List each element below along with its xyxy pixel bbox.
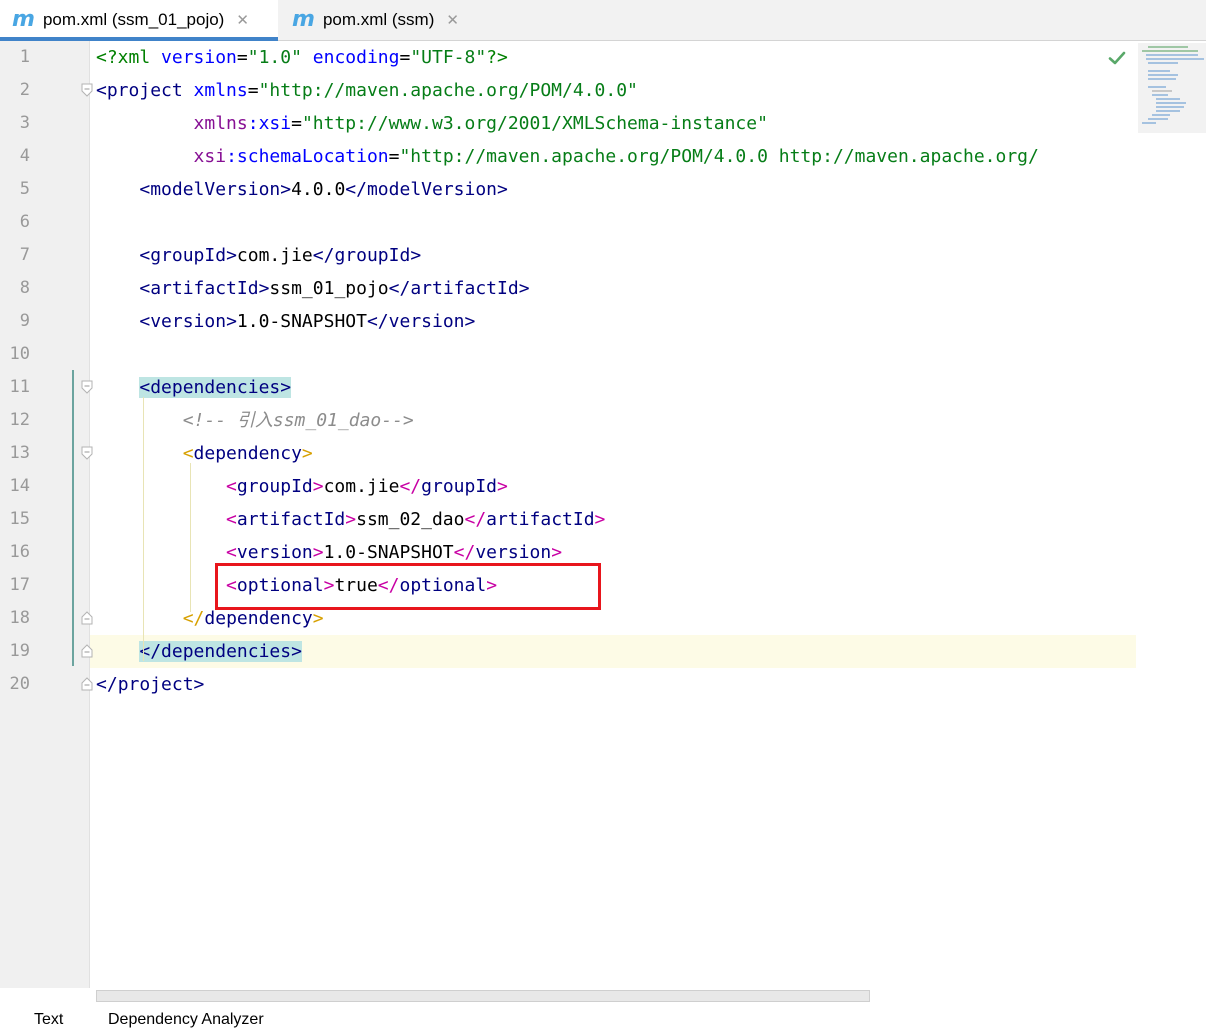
indent-guide [143,397,144,662]
tab-text[interactable]: Text [34,1011,63,1029]
line-number: 20 [9,674,30,694]
line-number: 7 [19,245,30,265]
line-number: 10 [9,344,30,364]
line-number: 6 [19,212,30,232]
line-number: 11 [9,377,30,397]
line-number: 3 [19,113,30,133]
line-number: 12 [9,410,30,430]
tab-pom-ssm[interactable]: m pom.xml (ssm) ✕ [280,0,480,40]
code-line[interactable] [90,338,1136,371]
highlight-box [215,563,601,610]
horizontal-scrollbar[interactable] [96,990,870,1002]
code-line[interactable]: </project> [90,668,1136,701]
check-icon[interactable] [1108,49,1126,67]
code-line[interactable]: <groupId>com.jie</groupId> [90,239,1136,272]
line-number: 16 [9,542,30,562]
tab-dependency-analyzer[interactable]: Dependency Analyzer [108,1011,264,1029]
code-line[interactable]: <artifactId>ssm_02_dao</artifactId> [90,503,1136,536]
code-line[interactable]: <groupId>com.jie</groupId> [90,470,1136,503]
code-line[interactable]: <?xml version="1.0" encoding="UTF-8"?> [90,41,1136,74]
code-editor[interactable]: <?xml version="1.0" encoding="UTF-8"?> <p… [90,41,1136,988]
code-line[interactable]: <project xmlns="http://maven.apache.org/… [90,74,1136,107]
line-number: 8 [19,278,30,298]
maven-m-icon: m [12,7,35,32]
maven-m-icon: m [292,7,315,32]
editor-right-stripe [1136,41,1206,988]
code-line[interactable]: <modelVersion>4.0.0</modelVersion> [90,173,1136,206]
fold-collapse-icon[interactable] [81,611,93,625]
line-number: 13 [9,443,30,463]
line-number: 17 [9,575,30,595]
vcs-change-marker[interactable] [72,370,74,666]
line-number: 19 [9,641,30,661]
line-number: 14 [9,476,30,496]
code-line[interactable] [90,206,1136,239]
line-number: 4 [19,146,30,166]
line-number: 1 [19,47,30,67]
editor-tab-bar: m pom.xml (ssm_01_pojo) ✕ m pom.xml (ssm… [0,0,1206,41]
code-line[interactable]: xmlns:xsi="http://www.w3.org/2001/XMLSch… [90,107,1136,140]
line-number: 5 [19,179,30,199]
line-number: 2 [19,80,30,100]
code-minimap[interactable] [1138,43,1206,133]
fold-collapse-icon[interactable] [81,644,93,658]
fold-collapse-icon[interactable] [81,677,93,691]
code-line[interactable]: </dependencies> [90,635,1136,668]
fold-expand-icon[interactable] [81,83,93,97]
tab-label: pom.xml (ssm_01_pojo) [42,10,225,29]
fold-expand-icon[interactable] [81,380,93,394]
code-line[interactable]: <dependencies> [90,371,1136,404]
line-number-gutter[interactable]: 1 2 3 4 5 6 7 8 9 10 11 12 13 14 15 16 17 18 19 20 [0,41,90,988]
code-line[interactable]: <version>1.0-SNAPSHOT</version> [90,305,1136,338]
close-icon[interactable]: ✕ [236,11,249,29]
bottom-editor-tabs: Text Dependency Analyzer [0,1003,1206,1028]
fold-expand-icon[interactable] [81,446,93,460]
close-icon[interactable]: ✕ [446,11,459,29]
indent-guide [190,463,191,612]
line-number: 15 [9,509,30,529]
tab-label: pom.xml (ssm) [322,10,435,29]
code-line[interactable]: <dependency> [90,437,1136,470]
tab-pom-ssm-01-pojo[interactable]: m pom.xml (ssm_01_pojo) ✕ [0,0,278,41]
line-number: 9 [19,311,30,331]
code-line[interactable]: xsi:schemaLocation="http://maven.apache.… [90,140,1136,173]
line-number: 18 [9,608,30,628]
code-line[interactable]: <artifactId>ssm_01_pojo</artifactId> [90,272,1136,305]
code-line[interactable]: <!-- 引入ssm_01_dao--> [90,404,1136,437]
